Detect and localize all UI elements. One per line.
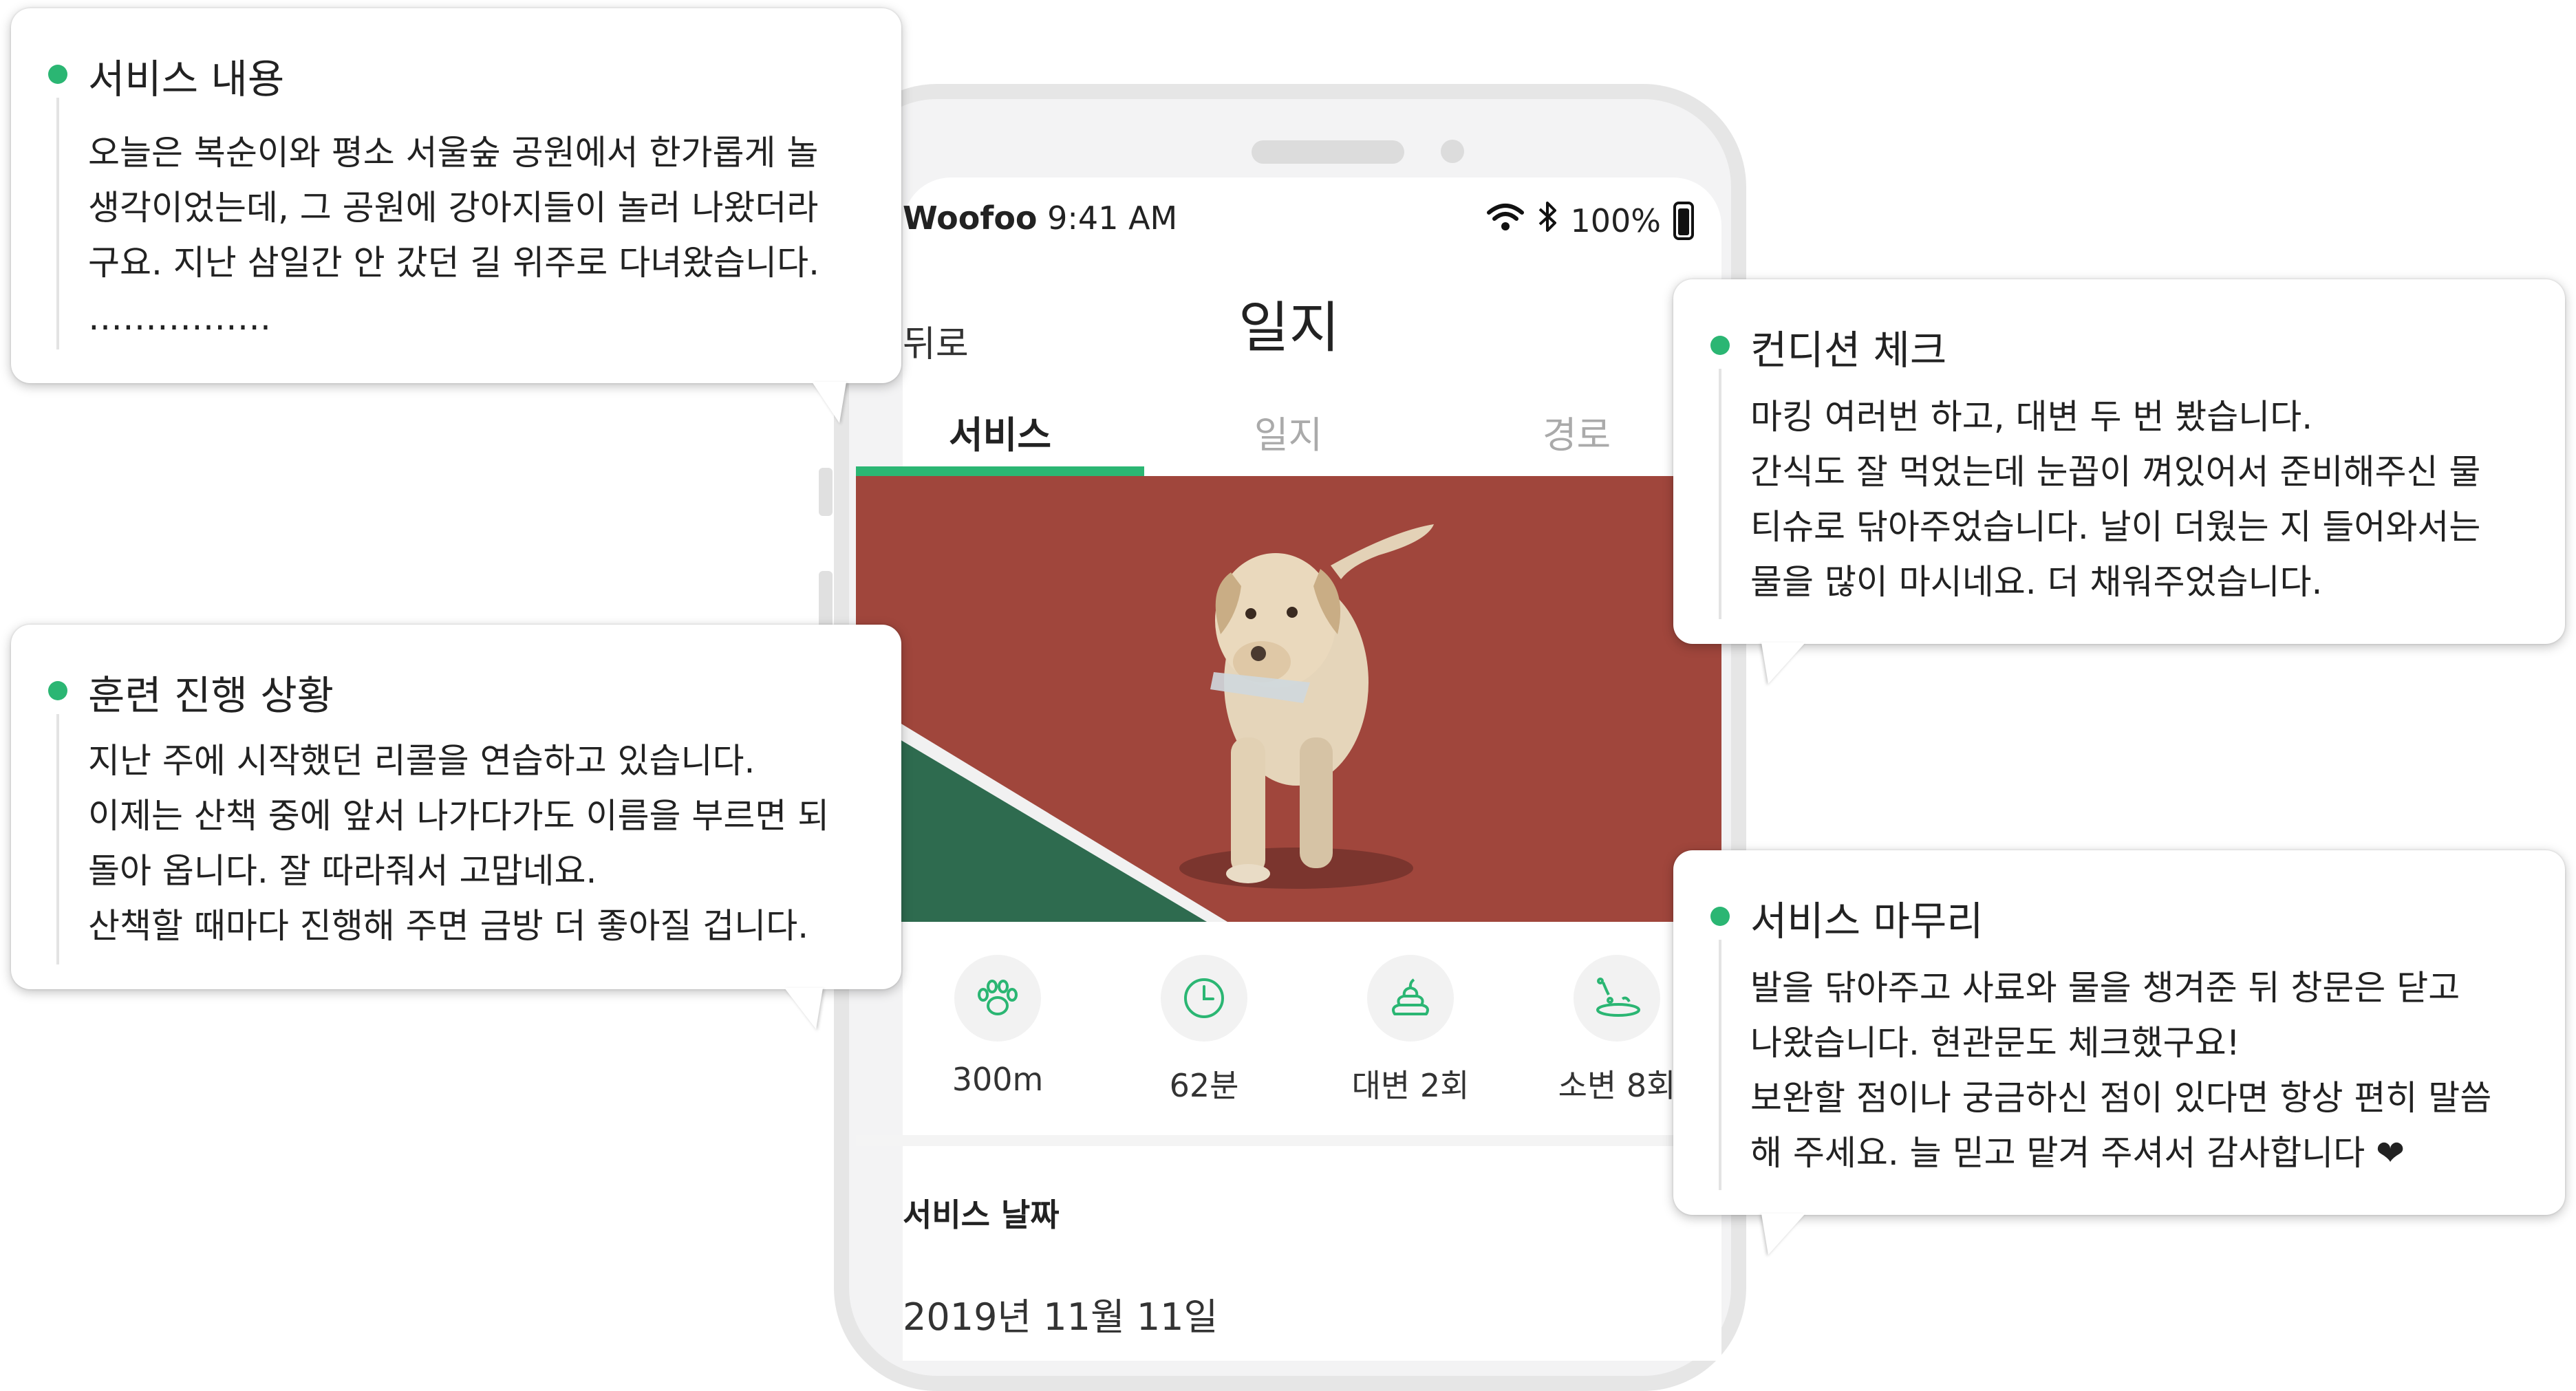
callout-rule: [56, 714, 59, 964]
phone-camera: [1441, 140, 1464, 163]
status-bar: Woofoo 9:41 AM 100%: [903, 200, 1694, 248]
callout-title: 컨디션 체크: [1750, 327, 1947, 374]
callout-pointer: [784, 988, 823, 1029]
section-divider: [856, 1135, 1721, 1146]
stat-label: 300m: [952, 1061, 1044, 1098]
poop-icon: [1367, 955, 1454, 1042]
battery-percent: 100%: [1570, 202, 1661, 239]
paw-icon: [954, 955, 1041, 1042]
callout-body: 지난 주에 시작했던 리콜을 연습하고 있습니다. 이제는 산책 중에 앞서 나…: [88, 733, 829, 953]
callout-line: 티슈로 닦아주었습니다. 날이 더웠는 지 들어와서는: [1750, 507, 2481, 547]
phone-speaker: [1252, 140, 1404, 164]
status-left: Woofoo 9:41 AM: [903, 200, 1177, 237]
walk-stats: 300m 62분 대변 2회 소변 8회: [894, 955, 1720, 1106]
wifi-icon: [1486, 202, 1525, 239]
callout-line: 간식도 잘 먹었는데 눈꼽이 껴있어서 준비해주신 물: [1750, 452, 2481, 492]
bullet-dot: [1710, 907, 1730, 926]
callout-body: 발을 닦아주고 사료와 물을 챙겨준 뒤 창문은 닫고 나왔습니다. 현관문도 …: [1750, 960, 2491, 1180]
callout-line: 구요. 지난 삼일간 안 갔던 길 위주로 다녀왔습니다.: [88, 243, 820, 283]
bluetooth-icon: [1537, 200, 1558, 241]
clock-icon: [1161, 955, 1247, 1042]
bullet-dot: [1710, 336, 1730, 355]
tab-journal[interactable]: 일지: [1144, 399, 1432, 476]
stat-distance: 300m: [894, 955, 1101, 1106]
callout-title: 서비스 마무리: [1750, 898, 1984, 945]
pee-icon: [1574, 955, 1660, 1042]
callout-rule: [1719, 369, 1721, 619]
callout-pointer: [1761, 1214, 1805, 1255]
bullet-dot: [48, 65, 67, 84]
status-time: 9:41 AM: [1047, 200, 1178, 237]
callout-title: 서비스 내용: [88, 56, 285, 103]
callout-line: 산책할 때마다 진행해 주면 금방 더 좋아질 겁니다.: [88, 906, 809, 946]
callout-body: 오늘은 복순이와 평소 서울숲 공원에서 한가롭게 놀 생각이었는데, 그 공원…: [88, 125, 819, 345]
stat-label: 62분: [1169, 1067, 1239, 1104]
callout-title: 훈련 진행 상황: [88, 672, 334, 719]
stat-label: 대변 2회: [1351, 1067, 1470, 1104]
callout-rule: [1719, 940, 1721, 1190]
bullet-dot: [48, 681, 67, 700]
callout-line: 발을 닦아주고 사료와 물을 챙겨준 뒤 창문은 닫고: [1750, 968, 2460, 1008]
callout-condition: 컨디션 체크 마킹 여러번 하고, 대변 두 번 봤습니다. 간식도 잘 먹었는…: [1673, 279, 2565, 644]
callout-line: 생각이었는데, 그 공원에 강아지들이 놀러 나왔더라: [88, 188, 819, 228]
service-date-label: 서비스 날짜: [903, 1196, 1060, 1233]
callout-training: 훈련 진행 상황 지난 주에 시작했던 리콜을 연습하고 있습니다. 이제는 산…: [11, 625, 901, 989]
callout-pointer: [812, 382, 846, 423]
callout-service-content: 서비스 내용 오늘은 복순이와 평소 서울숲 공원에서 한가롭게 놀 생각이었는…: [11, 8, 901, 383]
callout-line: 보완할 점이나 궁금하신 점이 있다면 항상 편히 말씀: [1750, 1078, 2492, 1118]
callout-line: 이제는 산책 중에 앞서 나가다가도 이름을 부르면 되: [88, 796, 830, 836]
callout-body: 마킹 여러번 하고, 대변 두 번 봤습니다. 간식도 잘 먹었는데 눈꼽이 껴…: [1750, 389, 2480, 610]
stat-duration: 62분: [1101, 955, 1307, 1106]
tab-service[interactable]: 서비스: [856, 399, 1144, 476]
callout-rule: [56, 98, 59, 349]
callout-line: 오늘은 복순이와 평소 서울숲 공원에서 한가롭게 놀: [88, 133, 819, 173]
dog-photo: [856, 476, 1721, 922]
callout-line: 해 주세요. 늘 믿고 맡겨 주셔서 감사합니다 ❤: [1750, 1133, 2405, 1173]
carrier-brand: Woofoo: [903, 200, 1038, 237]
stat-poop: 대변 2회: [1307, 955, 1514, 1106]
battery-icon: [1673, 201, 1694, 240]
callout-wrap-up: 서비스 마무리 발을 닦아주고 사료와 물을 챙겨준 뒤 창문은 닫고 나왔습니…: [1673, 850, 2565, 1215]
back-button[interactable]: 뒤로: [903, 315, 969, 367]
service-date-value: 2019년 11월 11일: [903, 1295, 1219, 1339]
page-title: 일지: [1238, 296, 1340, 360]
callout-line: 마킹 여러번 하고, 대변 두 번 봤습니다.: [1750, 397, 2313, 437]
callout-pointer: [1761, 643, 1805, 684]
callout-line: 돌아 옵니다. 잘 따라줘서 고맙네요.: [88, 851, 597, 891]
callout-line: 물을 많이 마시네요. 더 채워주었습니다.: [1750, 562, 2323, 602]
tab-bar: 서비스 일지 경로: [856, 399, 1721, 476]
callout-line: …………….: [88, 298, 271, 338]
phone-side-button: [819, 468, 833, 516]
callout-line: 나왔습니다. 현관문도 체크했구요!: [1750, 1023, 2240, 1063]
callout-line: 지난 주에 시작했던 리콜을 연습하고 있습니다.: [88, 741, 755, 781]
status-right: 100%: [1486, 200, 1694, 241]
